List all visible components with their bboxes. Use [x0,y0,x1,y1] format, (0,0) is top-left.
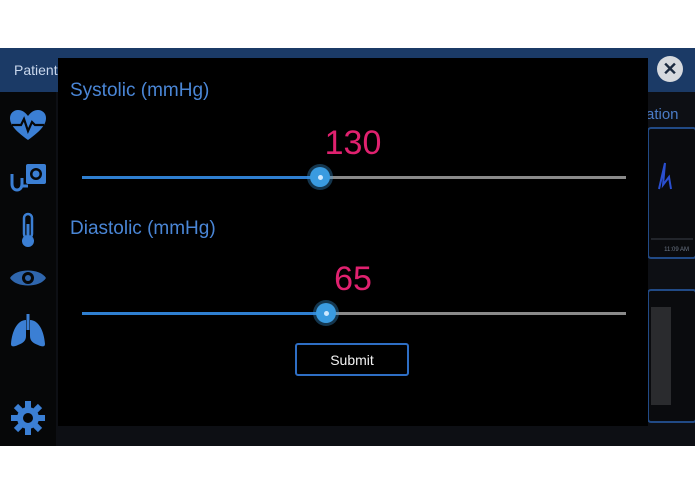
card-timestamp: 11:09 AM [664,247,689,253]
background-panel-label: ation [646,106,679,123]
eye-icon[interactable] [8,260,48,296]
settings-gear-icon[interactable] [8,400,48,436]
diastolic-value: 65 [334,260,372,298]
systolic-value: 130 [324,124,382,162]
systolic-slider-thumb[interactable] [310,167,331,187]
close-button[interactable]: ✕ [657,56,683,82]
close-icon: ✕ [662,59,678,79]
background-chart-card: 11:09 AM [647,127,695,259]
background-photo [651,307,671,405]
diastolic-slider[interactable] [82,302,626,326]
thermometer-icon[interactable] [8,212,48,248]
systolic-slider-fill [82,176,322,179]
app-window: Patient ✕ ation 11:09 AM Systolic (mmHg)… [0,48,695,446]
systolic-label: Systolic (mmHg) [70,80,210,101]
blood-pressure-dialog: Systolic (mmHg) 130 Diastolic (mmHg) 65 … [58,58,648,426]
page-title: Patient [14,62,58,78]
heart-rate-icon[interactable] [8,108,48,144]
waveform-graphic [651,162,693,240]
lungs-icon[interactable] [8,314,48,350]
background-image-card [647,289,695,423]
stethoscope-icon[interactable] [8,162,48,198]
submit-button[interactable]: Submit [295,343,409,376]
diastolic-slider-thumb[interactable] [315,303,336,323]
diastolic-label: Diastolic (mmHg) [70,218,216,239]
systolic-slider[interactable] [82,166,626,190]
sidebar [0,92,56,446]
diastolic-slider-fill [82,312,327,315]
